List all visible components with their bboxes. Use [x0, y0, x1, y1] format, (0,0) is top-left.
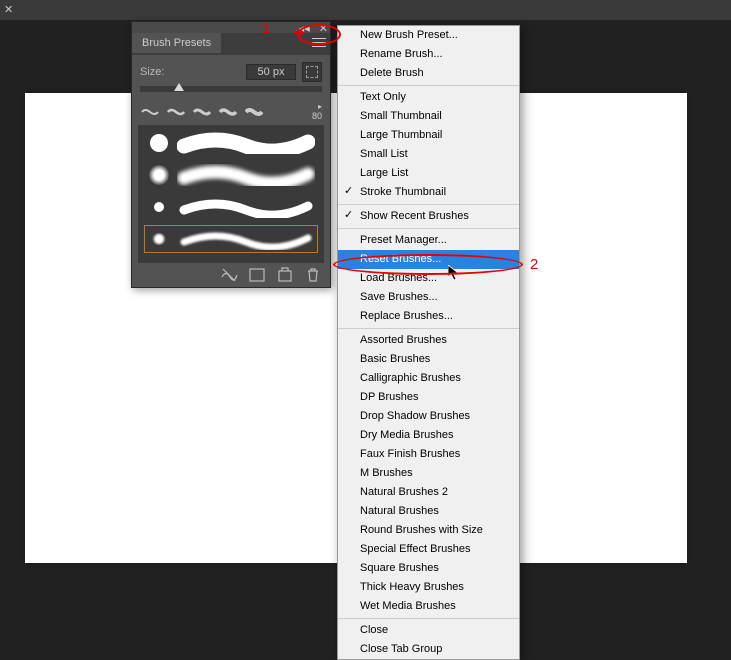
menu-item[interactable]: Replace Brushes... [338, 307, 519, 326]
brush-stroke-item[interactable] [144, 129, 318, 157]
trash-icon[interactable] [304, 267, 322, 283]
menu-item[interactable]: Wet Media Brushes [338, 597, 519, 616]
menu-item[interactable]: Large Thumbnail [338, 126, 519, 145]
dynamics-toggle-icon[interactable] [220, 267, 238, 283]
brush-tip-icon[interactable] [218, 105, 238, 119]
menu-item[interactable]: Small Thumbnail [338, 107, 519, 126]
menu-item[interactable]: Reset Brushes... [338, 250, 519, 269]
menu-item[interactable]: Large List [338, 164, 519, 183]
menu-item[interactable]: Thick Heavy Brushes [338, 578, 519, 597]
new-preset-icon[interactable] [302, 62, 322, 82]
brush-tip-icon[interactable] [192, 105, 212, 119]
menu-item[interactable]: Close Tab Group [338, 640, 519, 659]
menu-item[interactable]: Delete Brush [338, 64, 519, 83]
menu-item[interactable]: Round Brushes with Size [338, 521, 519, 540]
menu-item[interactable]: Faux Finish Brushes [338, 445, 519, 464]
menu-item[interactable]: DP Brushes [338, 388, 519, 407]
menu-item[interactable]: Basic Brushes [338, 350, 519, 369]
menu-item[interactable]: Load Brushes... [338, 269, 519, 288]
menu-item[interactable]: Text Only [338, 88, 519, 107]
menu-item[interactable]: Show Recent Brushes [338, 207, 519, 226]
menu-item[interactable]: Square Brushes [338, 559, 519, 578]
brush-tip-icon[interactable] [140, 105, 160, 119]
menu-item[interactable]: Rename Brush... [338, 45, 519, 64]
size-slider[interactable] [140, 86, 322, 92]
panel-menu-icon[interactable] [312, 38, 326, 48]
brush-presets-panel: ◂◂ ✕ Brush Presets Size: 50 px ▸ 80 [131, 21, 331, 288]
menu-item[interactable]: Natural Brushes [338, 502, 519, 521]
menu-item[interactable]: Drop Shadow Brushes [338, 407, 519, 426]
brush-tip-icon[interactable] [244, 105, 264, 119]
menu-item[interactable]: Stroke Thumbnail [338, 183, 519, 202]
brush-stroke-item[interactable] [144, 225, 318, 253]
brush-stroke-item[interactable] [144, 193, 318, 221]
panel-context-menu: New Brush Preset...Rename Brush...Delete… [337, 25, 520, 660]
menu-item[interactable]: Assorted Brushes [338, 331, 519, 350]
brush-tip-icon[interactable] [166, 105, 186, 119]
menu-item[interactable]: New Brush Preset... [338, 26, 519, 45]
menu-item[interactable]: Natural Brushes 2 [338, 483, 519, 502]
menu-item[interactable]: Dry Media Brushes [338, 426, 519, 445]
opacity-value: 80 [312, 111, 322, 121]
preview-icon[interactable] [248, 267, 266, 283]
menu-item[interactable]: M Brushes [338, 464, 519, 483]
size-label: Size: [140, 66, 164, 78]
menu-item[interactable]: Calligraphic Brushes [338, 369, 519, 388]
size-input[interactable]: 50 px [246, 64, 296, 80]
menu-item[interactable]: Small List [338, 145, 519, 164]
menu-item[interactable]: Save Brushes... [338, 288, 519, 307]
opacity-slider-icon[interactable]: ▸ [318, 102, 322, 111]
save-preset-icon[interactable] [276, 267, 294, 283]
tab-close-icon[interactable]: ✕ [4, 3, 13, 16]
menu-item[interactable]: Special Effect Brushes [338, 540, 519, 559]
panel-header[interactable]: ◂◂ ✕ [132, 22, 330, 33]
tab-brush-presets[interactable]: Brush Presets [132, 33, 221, 53]
brush-stroke-item[interactable] [144, 161, 318, 189]
brush-tip-row: ▸ 80 [132, 98, 330, 125]
menu-item[interactable]: Preset Manager... [338, 231, 519, 250]
